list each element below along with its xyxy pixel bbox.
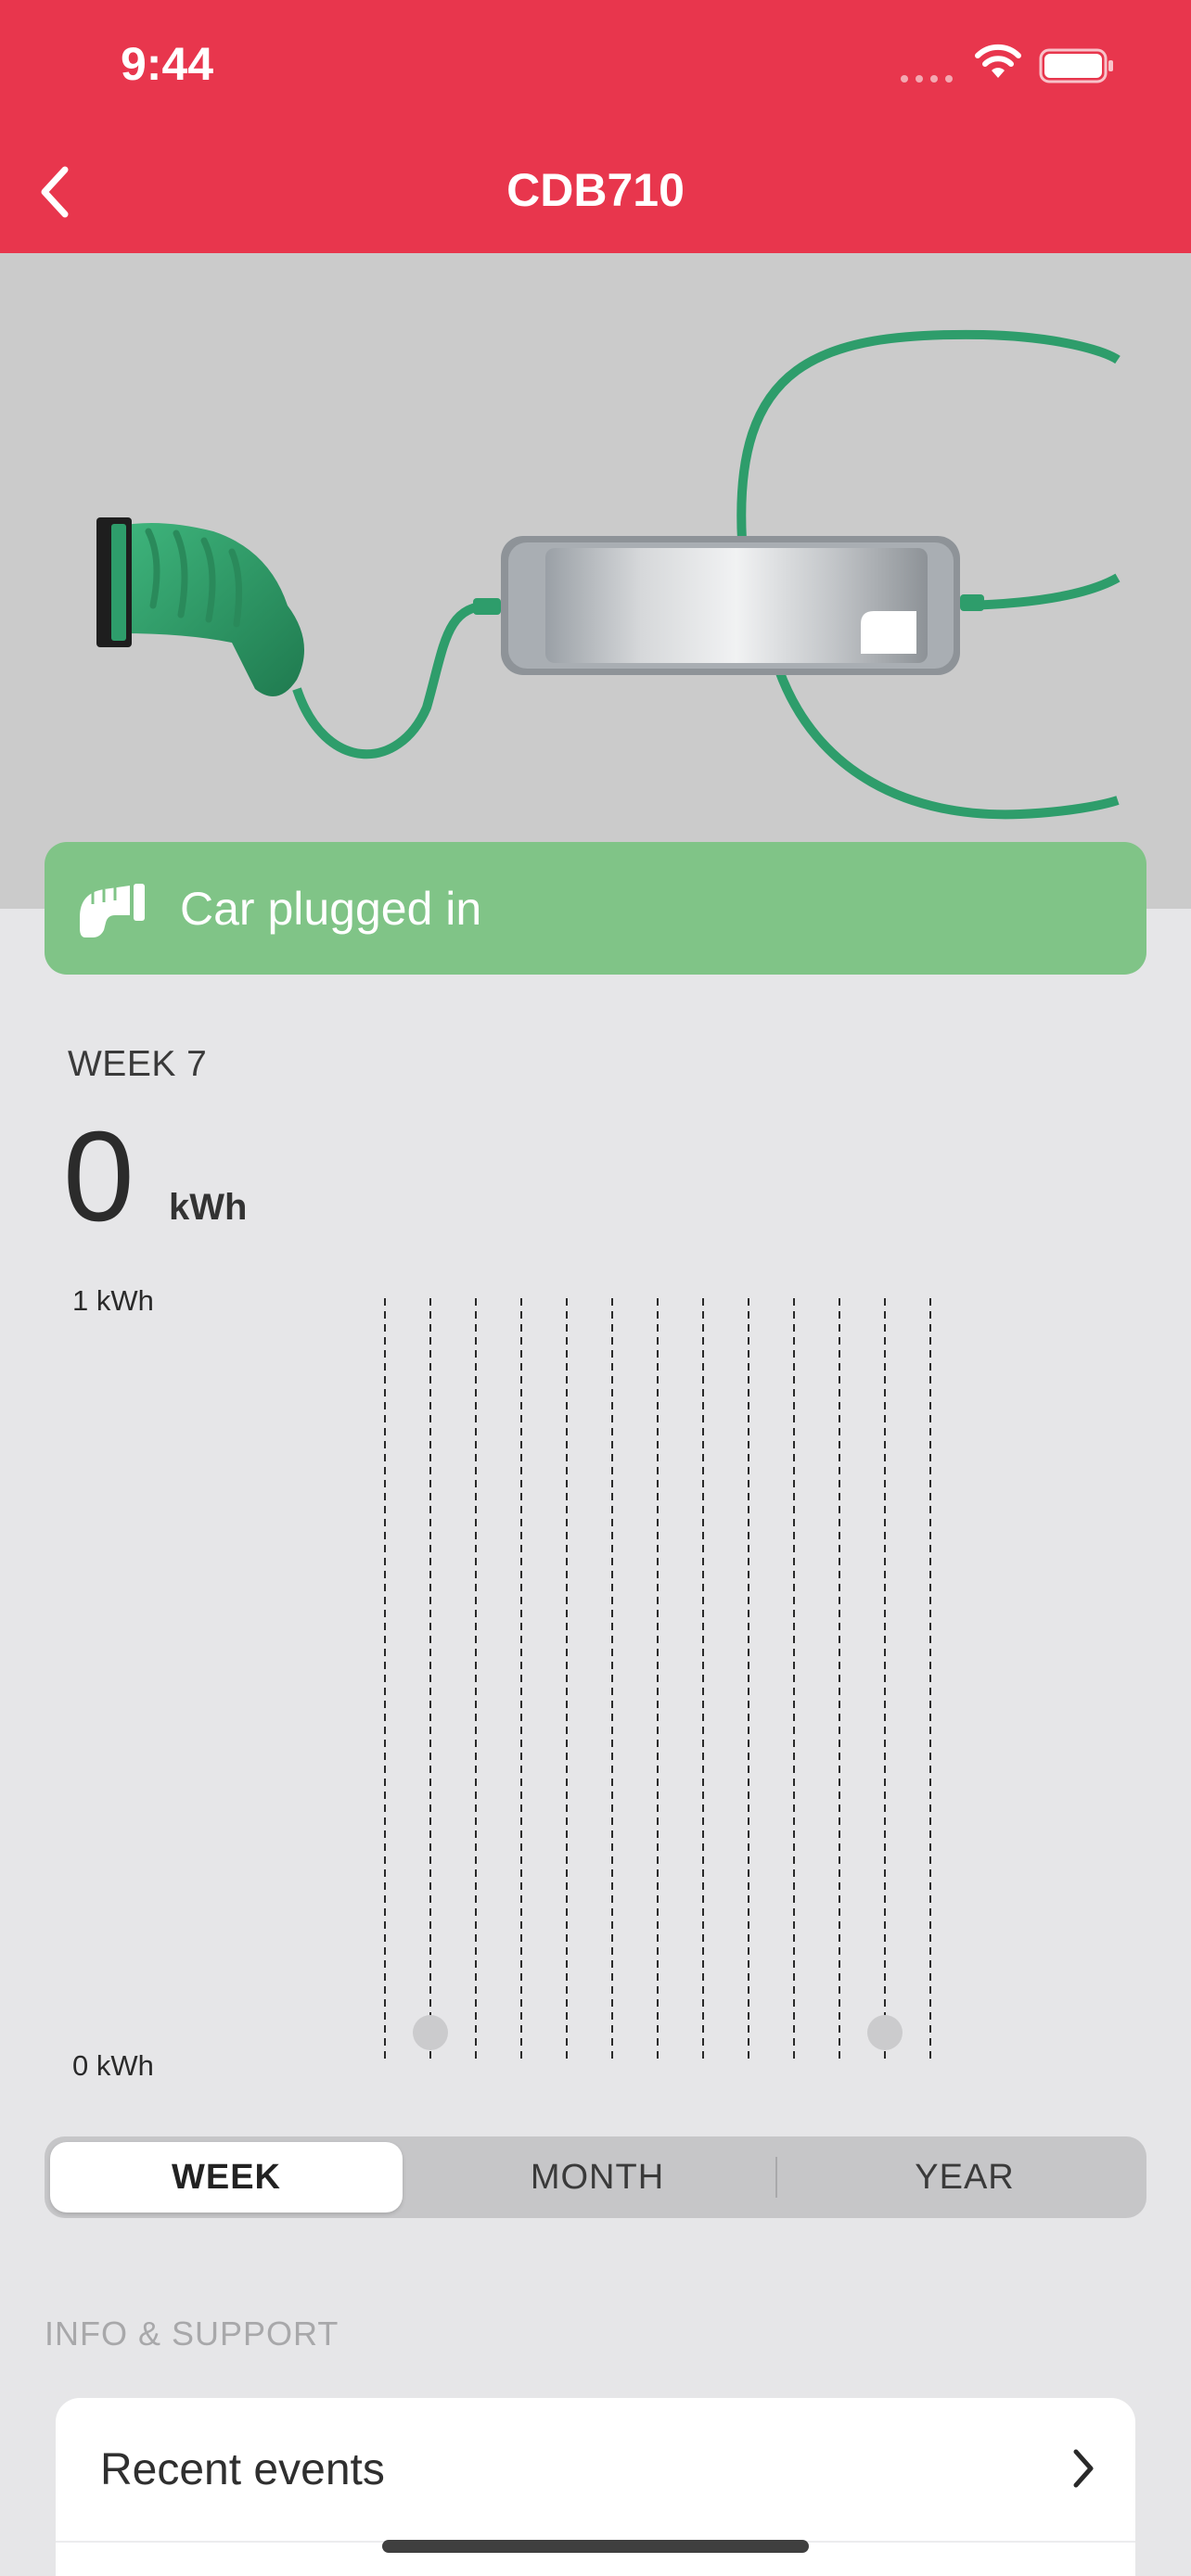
period-segmented-control: WEEK MONTH YEAR xyxy=(45,2136,1146,2218)
page-title: CDB710 xyxy=(506,164,685,216)
total-energy-value: 0 xyxy=(63,1105,134,1248)
charger-cable-image xyxy=(96,329,1121,820)
chevron-right-icon xyxy=(1073,2449,1094,2488)
plug-icon xyxy=(80,883,145,937)
charger-status-label: Car plugged in xyxy=(180,882,482,935)
home-indicator xyxy=(382,2540,809,2553)
list-item-label: Recent events xyxy=(100,2444,385,2494)
battery-icon xyxy=(1039,48,1113,83)
cellular-signal-icon xyxy=(901,75,953,83)
energy-chart xyxy=(384,1298,931,2059)
chart-point xyxy=(413,2015,448,2050)
status-time: 9:44 xyxy=(121,38,214,90)
segment-month[interactable]: MONTH xyxy=(421,2142,774,2213)
segment-divider xyxy=(775,2157,777,2198)
navigation-header: 9:44 CDB710 xyxy=(0,0,1191,253)
chart-point xyxy=(867,2015,903,2050)
wifi-icon xyxy=(975,44,1021,78)
list-item-recent-events[interactable]: Recent events xyxy=(56,2398,1135,2543)
info-support-header: INFO & SUPPORT xyxy=(45,2315,339,2353)
period-label: WEEK 7 xyxy=(68,1044,208,1084)
total-energy-unit: kWh xyxy=(169,1187,248,1228)
segment-week[interactable]: WEEK xyxy=(50,2142,403,2213)
charger-status-banner: Car plugged in xyxy=(45,842,1146,975)
segment-year[interactable]: YEAR xyxy=(788,2142,1141,2213)
charger-illustration xyxy=(0,253,1191,909)
